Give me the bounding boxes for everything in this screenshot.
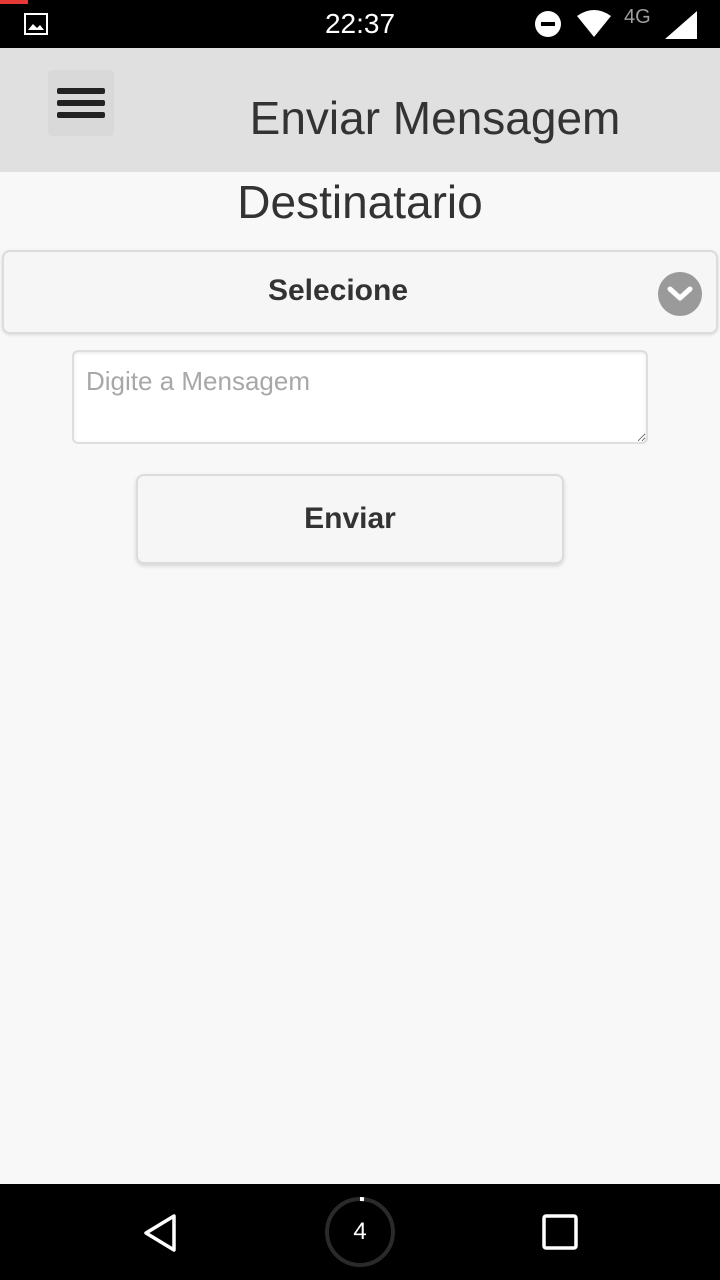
- status-bar: 22:37 4G: [0, 0, 720, 48]
- do-not-disturb-icon: [535, 11, 561, 37]
- app-header: Enviar Mensagem: [0, 48, 720, 172]
- signal-icon: [665, 11, 697, 39]
- message-input[interactable]: [72, 350, 648, 444]
- menu-button[interactable]: [48, 70, 114, 136]
- hamburger-menu-icon-bar: [57, 100, 105, 106]
- navigation-bar: 4: [0, 1184, 720, 1280]
- recents-icon[interactable]: [542, 1214, 578, 1250]
- page-title: Enviar Mensagem: [249, 92, 621, 144]
- status-accent-line: [0, 0, 28, 4]
- network-type-label: 4G: [624, 6, 651, 28]
- recipient-select-value: Selecione: [267, 274, 409, 307]
- back-icon[interactable]: [140, 1212, 182, 1254]
- send-button[interactable]: Enviar: [136, 474, 564, 564]
- recipient-select[interactable]: Selecione: [2, 250, 718, 334]
- hamburger-menu-icon: [57, 88, 105, 94]
- wifi-icon: [577, 10, 611, 37]
- status-clock: 22:37: [324, 8, 396, 39]
- chevron-down-icon: [658, 272, 702, 316]
- home-button[interactable]: 4: [324, 1196, 396, 1268]
- home-badge-count: 4: [353, 1218, 367, 1245]
- hamburger-menu-icon-bar: [57, 112, 105, 118]
- recipient-section-title: Destinatario: [237, 176, 483, 228]
